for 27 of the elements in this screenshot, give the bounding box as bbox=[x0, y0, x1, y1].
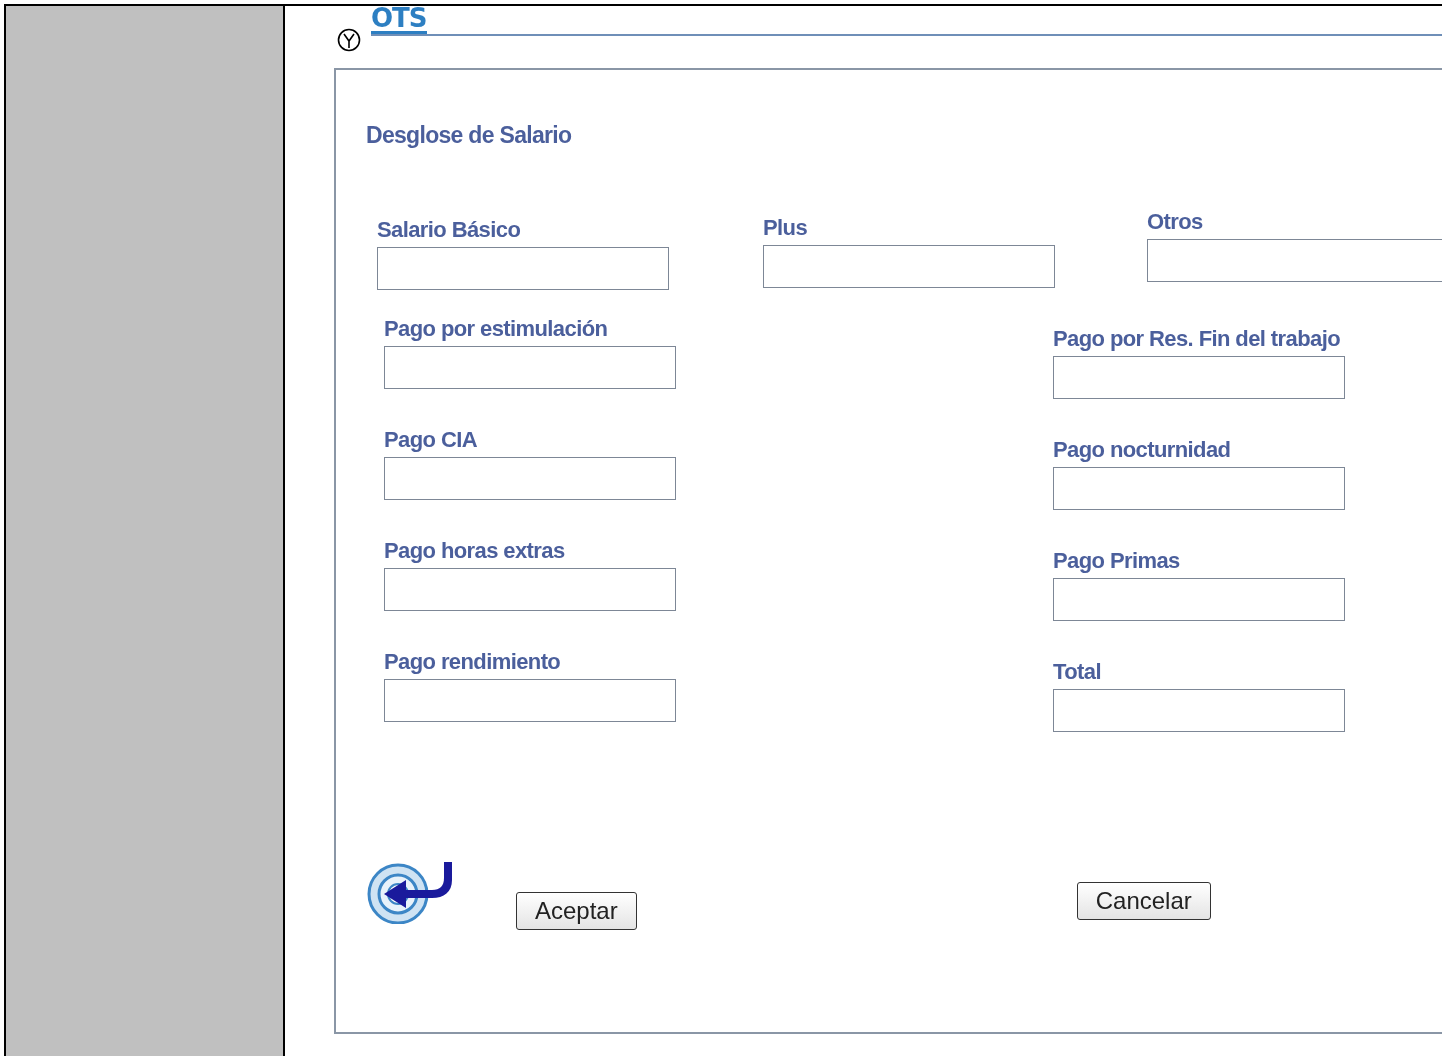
input-field[interactable] bbox=[384, 568, 676, 611]
logo: OTS bbox=[371, 6, 427, 34]
cancel-button[interactable]: Cancelar bbox=[1076, 882, 1211, 920]
input-field[interactable] bbox=[384, 679, 676, 722]
field-label: Pago Primas bbox=[1053, 548, 1181, 574]
field-label: Plus bbox=[763, 215, 809, 241]
input-field[interactable] bbox=[384, 457, 676, 500]
field-label: Pago horas extras bbox=[384, 538, 566, 564]
accept-button[interactable]: Aceptar bbox=[516, 892, 637, 930]
field-label: Salario Básico bbox=[377, 217, 522, 243]
field-label: Pago rendimiento bbox=[384, 649, 562, 675]
input-field[interactable] bbox=[763, 245, 1055, 288]
circled-y-icon bbox=[337, 28, 361, 52]
input-field[interactable] bbox=[1053, 578, 1345, 621]
field-label: Otros bbox=[1147, 209, 1204, 235]
input-field[interactable] bbox=[1053, 467, 1345, 510]
input-field[interactable] bbox=[1147, 239, 1442, 282]
input-field[interactable] bbox=[1053, 689, 1345, 732]
field-label: Pago nocturnidad bbox=[1053, 437, 1232, 463]
field-label: Pago CIA bbox=[384, 427, 478, 453]
input-field[interactable] bbox=[384, 346, 676, 389]
input-field[interactable] bbox=[377, 247, 669, 290]
field-label: Pago por Res. Fin del trabajo bbox=[1053, 326, 1341, 352]
field-label: Total bbox=[1053, 659, 1102, 685]
form-title: Desglose de Salario bbox=[366, 122, 573, 149]
input-field[interactable] bbox=[1053, 356, 1345, 399]
field-label: Pago por estimulación bbox=[384, 316, 609, 342]
